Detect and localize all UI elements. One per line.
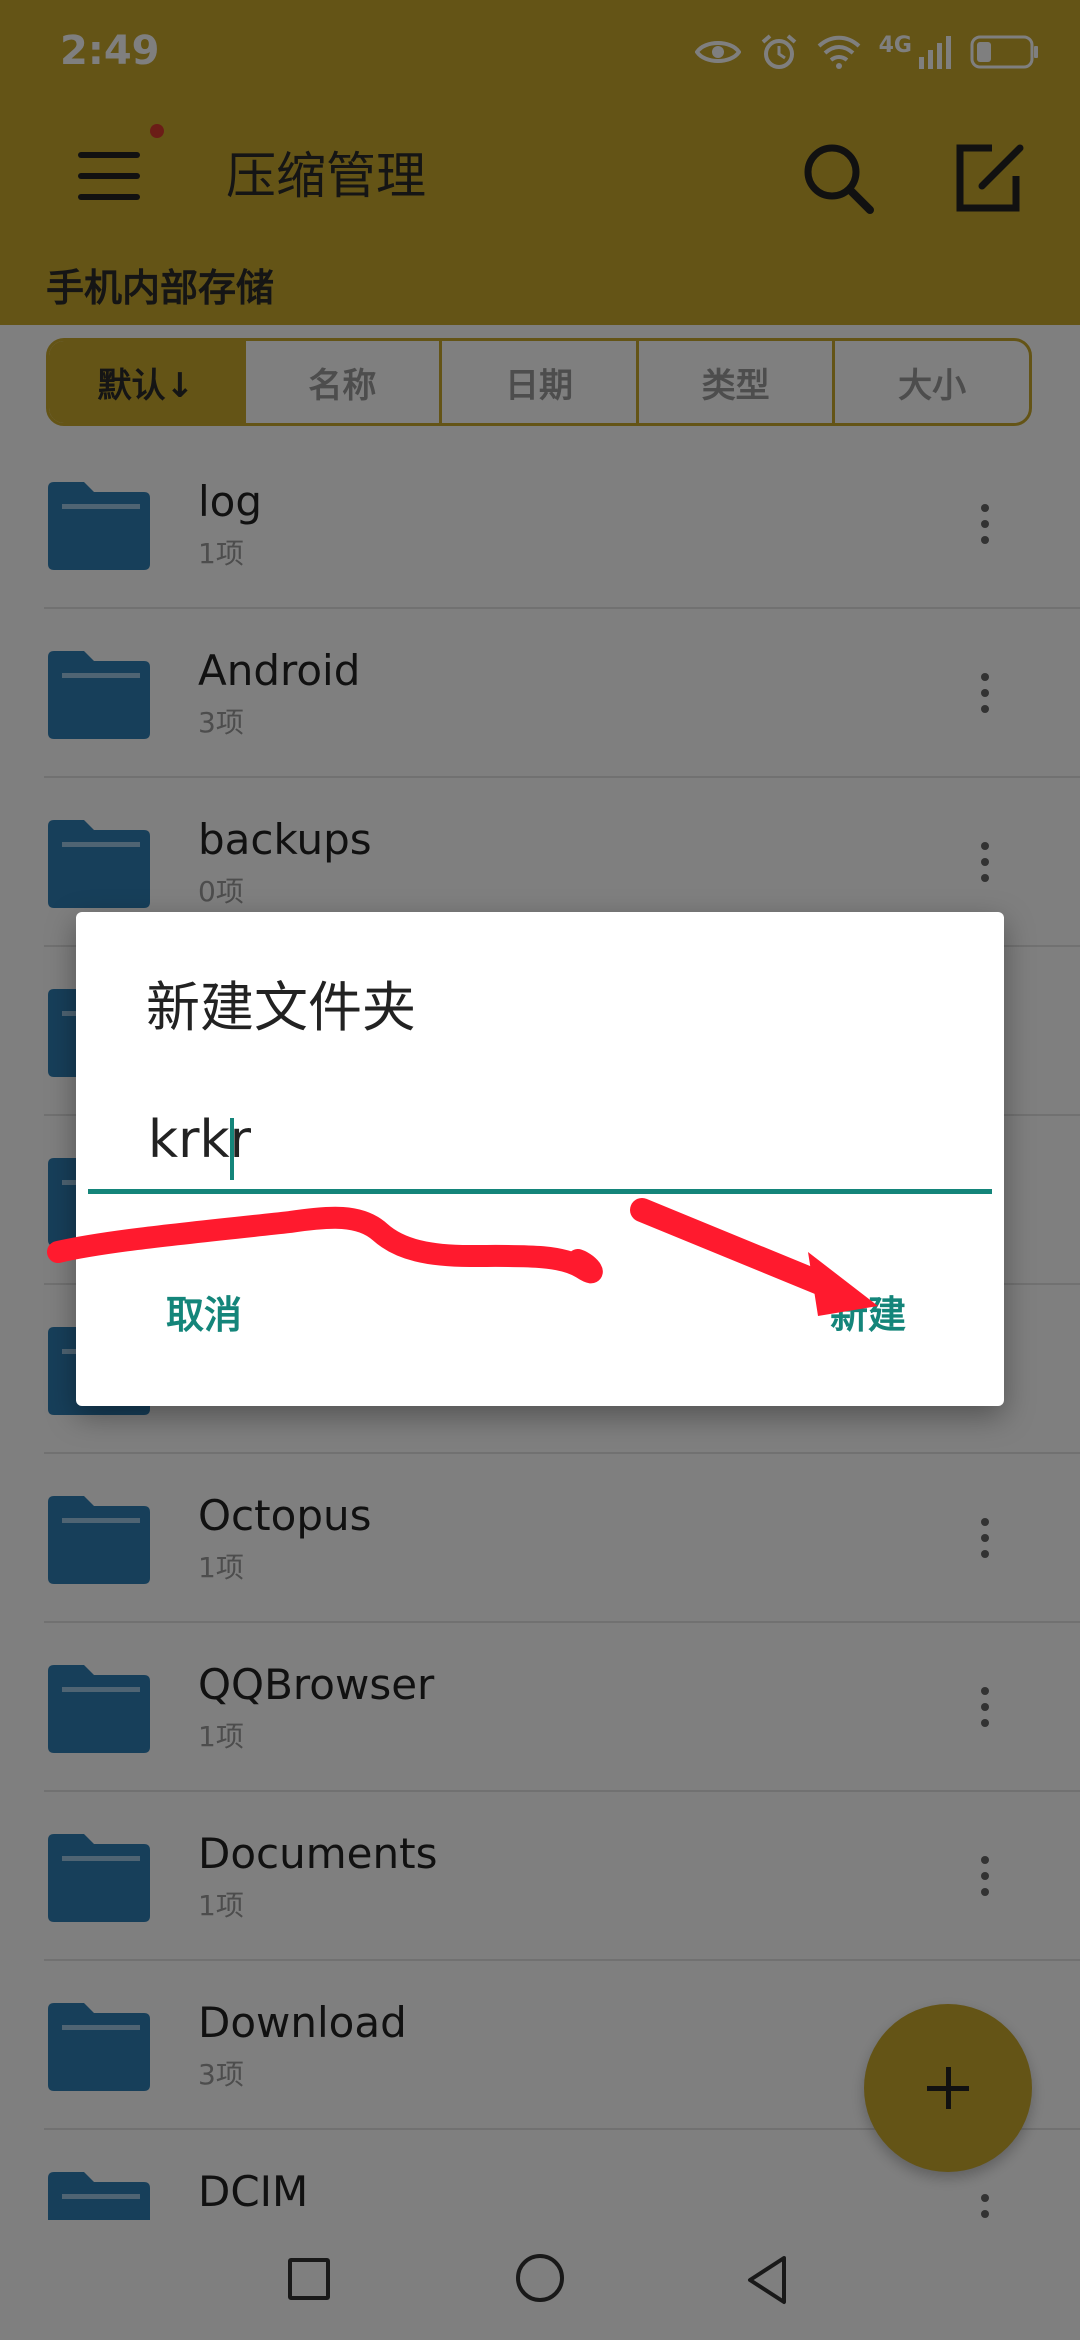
new-folder-dialog: 新建文件夹 取消 新建	[76, 912, 1004, 1406]
screen: 2:49 4G	[0, 0, 1080, 2340]
text-caret	[230, 1118, 234, 1180]
folder-name-input[interactable]	[88, 1090, 992, 1194]
dialog-title: 新建文件夹	[146, 976, 416, 1039]
create-button[interactable]: 新建	[830, 1290, 906, 1340]
cancel-button[interactable]: 取消	[166, 1290, 242, 1340]
